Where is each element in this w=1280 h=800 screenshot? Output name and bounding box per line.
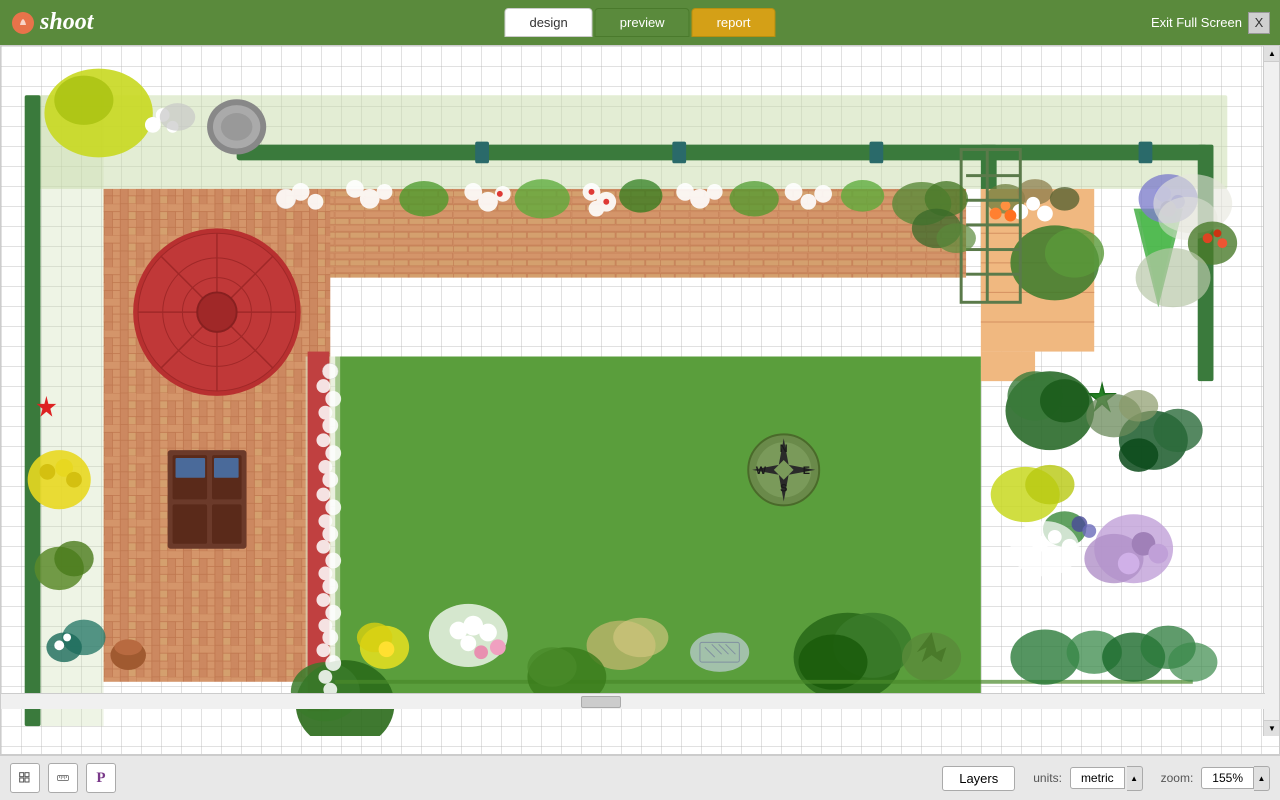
horizontal-scrollbar[interactable]	[1, 693, 1265, 709]
main-container: N S E W	[0, 45, 1280, 800]
grid-icon-button[interactable]	[10, 763, 40, 793]
ruler-icon-button[interactable]	[48, 763, 78, 793]
scroll-up-button[interactable]: ▲	[1264, 46, 1280, 62]
logo-text: shoot	[40, 9, 93, 36]
layers-button[interactable]: Layers	[942, 766, 1015, 791]
svg-text:S: S	[780, 483, 787, 495]
logo-area: shoot	[0, 9, 93, 36]
zoom-value: 155%	[1201, 767, 1254, 789]
exit-fullscreen-button[interactable]: Exit Full Screen	[1151, 15, 1242, 30]
svg-text:E: E	[803, 465, 810, 477]
zoom-select[interactable]: 155% ▲	[1201, 766, 1270, 791]
zoom-dropdown-button[interactable]: ▲	[1254, 766, 1270, 791]
canvas-area[interactable]: N S E W	[0, 45, 1280, 755]
tab-design[interactable]: design	[504, 8, 592, 37]
units-label: units:	[1033, 771, 1062, 785]
logo-icon	[12, 12, 34, 34]
garden-design: N S E W	[1, 46, 1251, 736]
zoom-label: zoom:	[1161, 771, 1194, 785]
units-value: metric	[1070, 767, 1125, 789]
units-dropdown-button[interactable]: ▲	[1127, 766, 1143, 791]
units-select[interactable]: metric ▲	[1070, 766, 1143, 791]
header: shoot design preview report Exit Full Sc…	[0, 0, 1280, 45]
tab-preview[interactable]: preview	[595, 8, 690, 37]
bottom-toolbar: P Layers units: metric ▲ zoom: 155% ▲	[0, 755, 1280, 800]
close-button[interactable]: X	[1248, 12, 1270, 34]
plant-button[interactable]: P	[86, 763, 116, 793]
scroll-down-button[interactable]: ▼	[1264, 720, 1280, 736]
svg-text:N: N	[780, 443, 788, 455]
svg-text:W: W	[756, 465, 767, 477]
tabs-area: design preview report	[504, 8, 775, 37]
tab-report[interactable]: report	[692, 8, 776, 37]
scrollbar-thumb[interactable]	[581, 696, 621, 708]
vertical-scrollbar[interactable]: ▲ ▼	[1263, 46, 1279, 736]
exit-fullscreen-area: Exit Full Screen X	[1151, 12, 1270, 34]
